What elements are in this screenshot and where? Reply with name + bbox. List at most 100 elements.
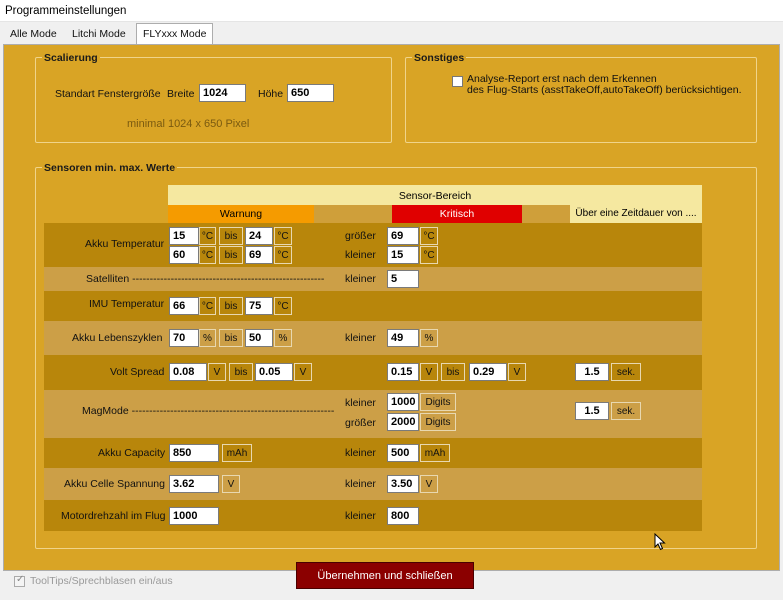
- motor-crit[interactable]: 800: [387, 507, 419, 525]
- unit-v: V: [508, 363, 526, 381]
- bis-label: bis: [219, 227, 243, 245]
- unit-c: °C: [199, 297, 216, 315]
- hoehe-label: Höhe: [258, 88, 284, 100]
- unit-c: °C: [420, 227, 438, 245]
- unit-c: °C: [199, 246, 216, 264]
- breite-label: Breite: [167, 88, 195, 100]
- unit-sek: sek.: [611, 402, 641, 420]
- unit-digits: Digits: [420, 393, 456, 411]
- kleiner-label: kleiner: [345, 510, 376, 522]
- akku-temp-crit-max[interactable]: 69: [387, 227, 419, 245]
- akku-temp-warn-min-2[interactable]: 60: [169, 246, 199, 264]
- motor-warn[interactable]: 1000: [169, 507, 219, 525]
- capacity-warn[interactable]: 850: [169, 444, 219, 462]
- zeitdauer-header: Über eine Zeitdauer von ....: [570, 205, 702, 223]
- imu-temp-warn-min[interactable]: 66: [169, 297, 199, 315]
- unit-c: °C: [274, 297, 292, 315]
- volt-warn-min[interactable]: 0.08: [169, 363, 207, 381]
- sonstiges-title: Sonstiges: [412, 52, 467, 64]
- sensoren-title: Sensoren min. max. Werte: [42, 162, 178, 174]
- akku-temp-label: Akku Temperatur: [85, 238, 165, 250]
- akku-temp-crit-min[interactable]: 15: [387, 246, 419, 264]
- sonstiges-group: [405, 57, 757, 143]
- mouse-cursor-icon: [654, 532, 666, 554]
- mag-crit-kleiner[interactable]: 1000: [387, 393, 419, 411]
- bis-label: bis: [219, 329, 243, 347]
- unit-mah: mAh: [222, 444, 252, 462]
- fenstergroesse-label: Standart Fenstergröße: [55, 88, 161, 100]
- mag-crit-groesser[interactable]: 2000: [387, 413, 419, 431]
- analyse-report-line2: des Flug-Starts (asstTakeOff,autoTakeOff…: [467, 84, 742, 96]
- satelliten-label: Satelliten -----------------------------…: [86, 273, 325, 285]
- breite-input[interactable]: 1024: [199, 84, 246, 102]
- warnung-header: Warnung: [168, 205, 314, 223]
- imu-temp-label: IMU Temperatur: [89, 298, 165, 310]
- sensor-bereich-header: Sensor-Bereich: [168, 185, 702, 205]
- window-title: Programmeinstellungen: [5, 5, 127, 17]
- unit-v: V: [420, 475, 438, 493]
- unit-c: °C: [274, 246, 292, 264]
- unit-pct: %: [199, 329, 216, 347]
- unit-c: °C: [420, 246, 438, 264]
- unit-pct: %: [420, 329, 438, 347]
- zyklen-label: Akku Lebenszyklen: [72, 332, 163, 344]
- magmode-label: MagMode --------------------------------…: [82, 405, 335, 417]
- satelliten-crit-min[interactable]: 5: [387, 270, 419, 288]
- minimal-size-text: minimal 1024 x 650 Pixel: [127, 118, 250, 130]
- kleiner-label: kleiner: [345, 447, 376, 459]
- groesser-label: größer: [345, 230, 376, 242]
- mag-dauer-input[interactable]: 1.5: [575, 402, 609, 420]
- unit-mah: mAh: [420, 444, 450, 462]
- apply-close-button[interactable]: Übernehmen und schließen: [296, 562, 474, 589]
- unit-digits: Digits: [420, 413, 456, 431]
- volt-crit-max[interactable]: 0.29: [469, 363, 507, 381]
- unit-v: V: [294, 363, 312, 381]
- groesser-label: größer: [345, 417, 376, 429]
- zyklen-crit-min[interactable]: 49: [387, 329, 419, 347]
- kleiner-label: kleiner: [345, 397, 376, 409]
- zyklen-warn-min[interactable]: 70: [169, 329, 199, 347]
- tab-flyxxx-mode[interactable]: FLYxxx Mode: [136, 23, 214, 45]
- tab-litchi-mode[interactable]: Litchi Mode: [66, 24, 132, 44]
- tooltips-label: ToolTips/Sprechblasen ein/aus: [30, 575, 173, 587]
- kleiner-label: kleiner: [345, 273, 376, 285]
- scalierung-title: Scalierung: [42, 52, 100, 64]
- unit-v: V: [420, 363, 438, 381]
- akku-temp-warn-min-1[interactable]: 15: [169, 227, 199, 245]
- motor-label: Motordrehzahl im Flug: [61, 510, 166, 522]
- analyse-report-checkbox[interactable]: [452, 76, 463, 87]
- kleiner-label: kleiner: [345, 332, 376, 344]
- bis-label: bis: [441, 363, 465, 381]
- akku-temp-warn-max-2[interactable]: 69: [245, 246, 273, 264]
- imu-temp-warn-max[interactable]: 75: [245, 297, 273, 315]
- check-icon: ✓: [16, 574, 25, 585]
- kleiner-label: kleiner: [345, 249, 376, 261]
- unit-v: V: [208, 363, 226, 381]
- title-bar: Programmeinstellungen: [0, 0, 783, 22]
- zelle-warn[interactable]: 3.62: [169, 475, 219, 493]
- volt-dauer-input[interactable]: 1.5: [575, 363, 609, 381]
- unit-pct: %: [274, 329, 292, 347]
- unit-v: V: [222, 475, 240, 493]
- bis-label: bis: [219, 246, 243, 264]
- bis-label: bis: [229, 363, 253, 381]
- capacity-label: Akku Capacity: [98, 447, 166, 459]
- volt-crit-min[interactable]: 0.15: [387, 363, 419, 381]
- bis-label: bis: [219, 297, 243, 315]
- volt-spread-label: Volt Spread: [110, 366, 165, 378]
- kleiner-label: kleiner: [345, 478, 376, 490]
- volt-warn-max[interactable]: 0.05: [255, 363, 293, 381]
- kritisch-header: Kritisch: [392, 205, 522, 223]
- tooltips-checkbox[interactable]: ✓: [14, 574, 25, 587]
- unit-sek: sek.: [611, 363, 641, 381]
- sensor-bereich-label: Sensor-Bereich: [398, 190, 472, 202]
- zelle-label: Akku Celle Spannung: [64, 478, 165, 490]
- unit-c: °C: [274, 227, 292, 245]
- akku-temp-warn-max-1[interactable]: 24: [245, 227, 273, 245]
- hoehe-input[interactable]: 650: [287, 84, 334, 102]
- tab-alle-mode[interactable]: Alle Mode: [4, 24, 63, 44]
- capacity-crit[interactable]: 500: [387, 444, 419, 462]
- unit-c: °C: [199, 227, 216, 245]
- zelle-crit[interactable]: 3.50: [387, 475, 419, 493]
- zyklen-warn-max[interactable]: 50: [245, 329, 273, 347]
